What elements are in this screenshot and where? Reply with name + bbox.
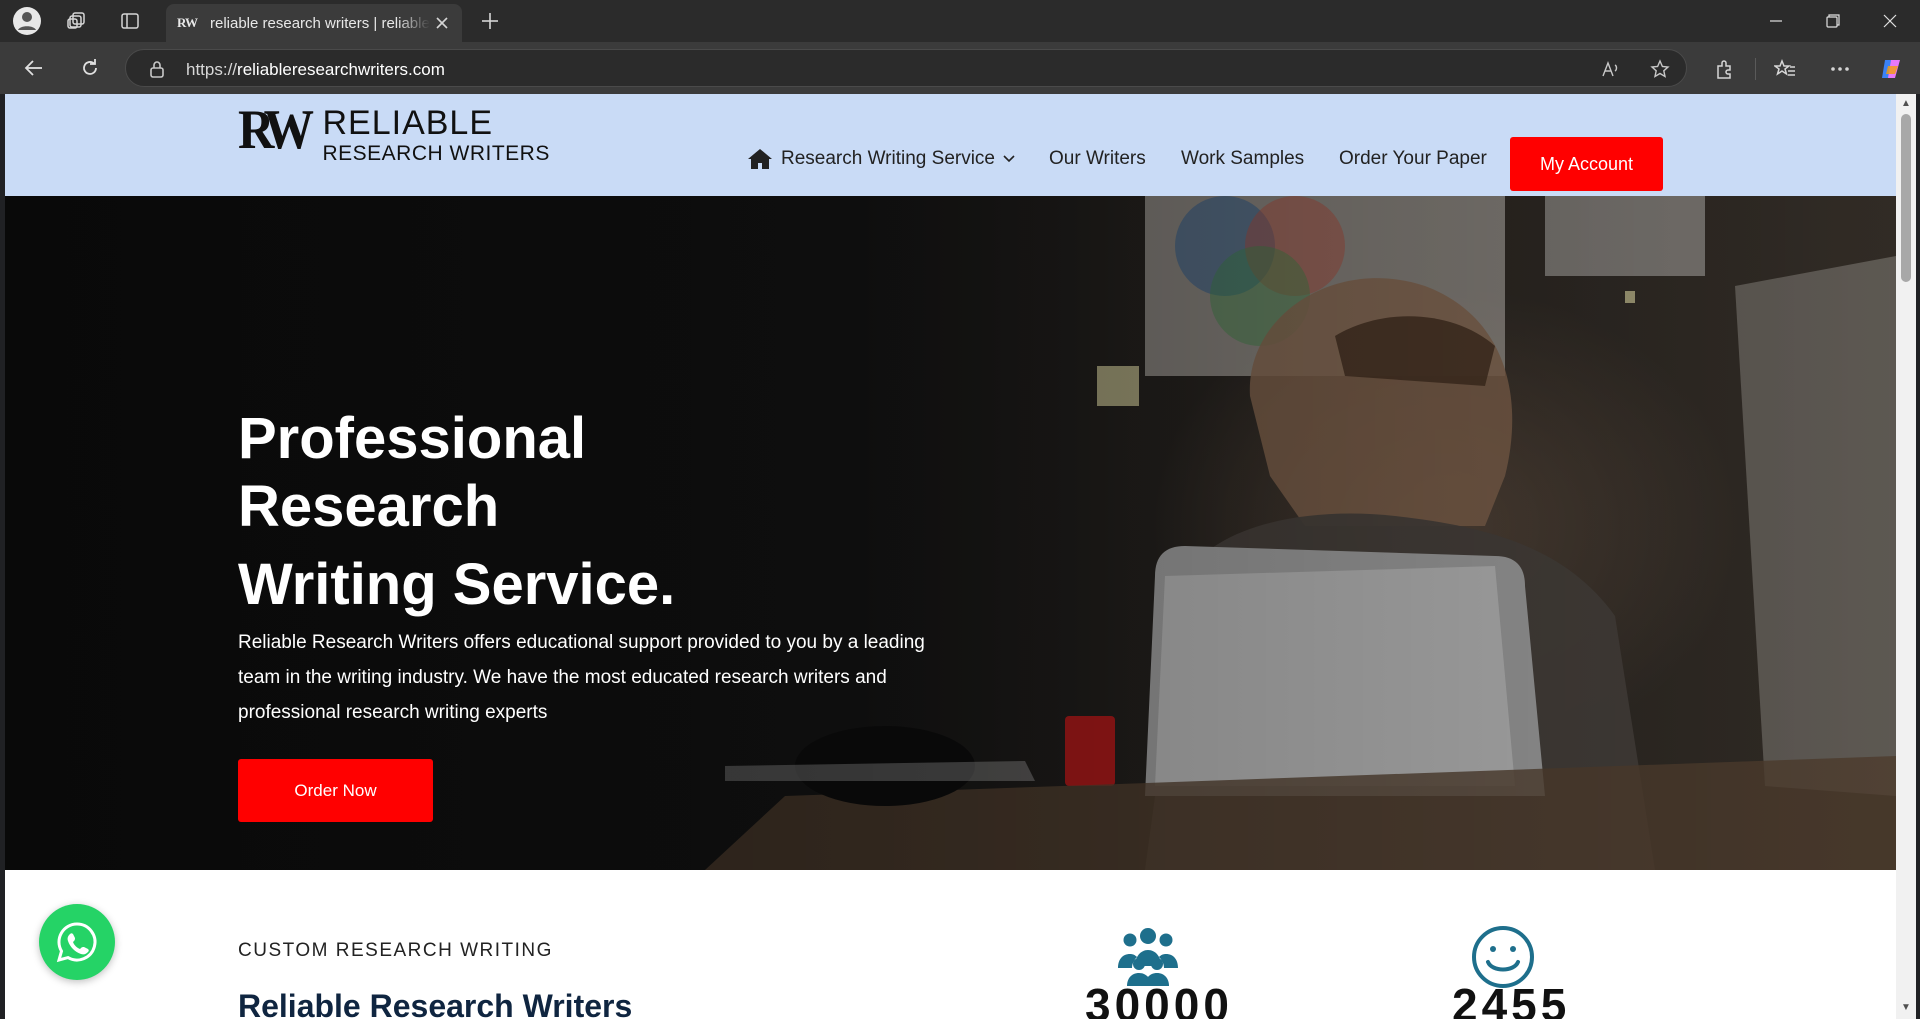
active-tab[interactable]: RW reliable research writers | reliable … bbox=[166, 4, 462, 42]
hero-title-line3: Writing Service. bbox=[238, 552, 676, 617]
scroll-down-icon[interactable]: ▼ bbox=[1900, 1002, 1912, 1014]
minimize-icon[interactable] bbox=[1748, 0, 1804, 42]
lock-icon[interactable] bbox=[146, 58, 168, 80]
read-aloud-icon[interactable] bbox=[1600, 58, 1622, 80]
url-host: reliableresearchwriters.com bbox=[237, 60, 445, 79]
hero-title-line2: Research bbox=[238, 474, 500, 539]
favorites-icon[interactable] bbox=[1770, 54, 1800, 84]
nav-research-writing-service[interactable]: Research Writing Service bbox=[747, 148, 1015, 170]
page-viewport: RW RELIABLE RESEARCH WRITERS Research Wr… bbox=[5, 94, 1896, 1019]
close-icon[interactable] bbox=[432, 13, 452, 33]
logo-line2: RESEARCH WRITERS bbox=[322, 142, 550, 165]
url-text[interactable]: https://reliableresearchwriters.com bbox=[186, 60, 445, 80]
custom-writing-section: CUSTOM RESEARCH WRITING Reliable Researc… bbox=[5, 870, 1896, 1019]
tab-actions-icon[interactable] bbox=[110, 6, 150, 36]
new-tab-icon[interactable] bbox=[470, 6, 510, 36]
close-window-icon[interactable] bbox=[1862, 0, 1918, 42]
hero-description: Reliable Research Writers offers educati… bbox=[238, 632, 925, 723]
chevron-down-icon bbox=[1003, 155, 1015, 163]
site-header: RW RELIABLE RESEARCH WRITERS Research Wr… bbox=[5, 94, 1896, 196]
restore-icon[interactable] bbox=[1805, 0, 1861, 42]
nav-order-your-paper[interactable]: Order Your Paper bbox=[1339, 148, 1487, 170]
copilot-icon[interactable] bbox=[1877, 54, 1907, 84]
hero-section: Professional Research Writing Service. R… bbox=[5, 196, 1896, 870]
toolbar-divider bbox=[1755, 58, 1756, 80]
back-icon[interactable] bbox=[16, 52, 52, 84]
browser-tab-bar: RW reliable research writers | reliable … bbox=[0, 0, 1920, 42]
site-logo[interactable]: RW RELIABLE RESEARCH WRITERS bbox=[238, 99, 550, 166]
browser-toolbar: https://reliableresearchwriters.com bbox=[0, 42, 1920, 94]
whatsapp-icon bbox=[56, 922, 97, 963]
more-icon[interactable] bbox=[1825, 54, 1855, 84]
workspaces-icon[interactable] bbox=[57, 6, 97, 36]
stat-writers-number: 30000 bbox=[1085, 979, 1233, 1019]
stat-satisfaction-number: 2455 bbox=[1452, 979, 1571, 1019]
my-account-button[interactable]: My Account bbox=[1510, 137, 1663, 191]
section-heading: Reliable Research Writers bbox=[238, 988, 633, 1019]
page-scrollbar[interactable]: ▲ ▼ bbox=[1896, 94, 1916, 1019]
hero-title-line1: Professional bbox=[238, 406, 587, 471]
whatsapp-chat-button[interactable] bbox=[39, 904, 115, 980]
tab-title: reliable research writers | reliable res… bbox=[210, 14, 430, 32]
nav-label: Research Writing Service bbox=[781, 148, 996, 169]
refresh-icon[interactable] bbox=[72, 52, 108, 84]
nav-work-samples[interactable]: Work Samples bbox=[1181, 148, 1304, 170]
logo-line1: RELIABLE bbox=[322, 104, 494, 142]
logo-mark: RW bbox=[238, 99, 314, 161]
extensions-icon[interactable] bbox=[1710, 54, 1740, 84]
home-icon bbox=[747, 148, 773, 170]
section-eyebrow: CUSTOM RESEARCH WRITING bbox=[238, 940, 553, 961]
nav-our-writers[interactable]: Our Writers bbox=[1049, 148, 1146, 170]
url-scheme: https:// bbox=[186, 60, 238, 79]
profile-icon[interactable] bbox=[7, 6, 47, 36]
scroll-thumb[interactable] bbox=[1901, 114, 1911, 282]
order-now-button[interactable]: Order Now bbox=[238, 759, 433, 822]
logo-wordmark: RELIABLE RESEARCH WRITERS bbox=[322, 104, 549, 166]
tab-favicon: RW bbox=[177, 15, 198, 30]
favorite-star-icon[interactable] bbox=[1649, 58, 1671, 80]
scroll-up-icon[interactable]: ▲ bbox=[1900, 98, 1912, 110]
address-bar[interactable]: https://reliableresearchwriters.com bbox=[125, 49, 1687, 87]
